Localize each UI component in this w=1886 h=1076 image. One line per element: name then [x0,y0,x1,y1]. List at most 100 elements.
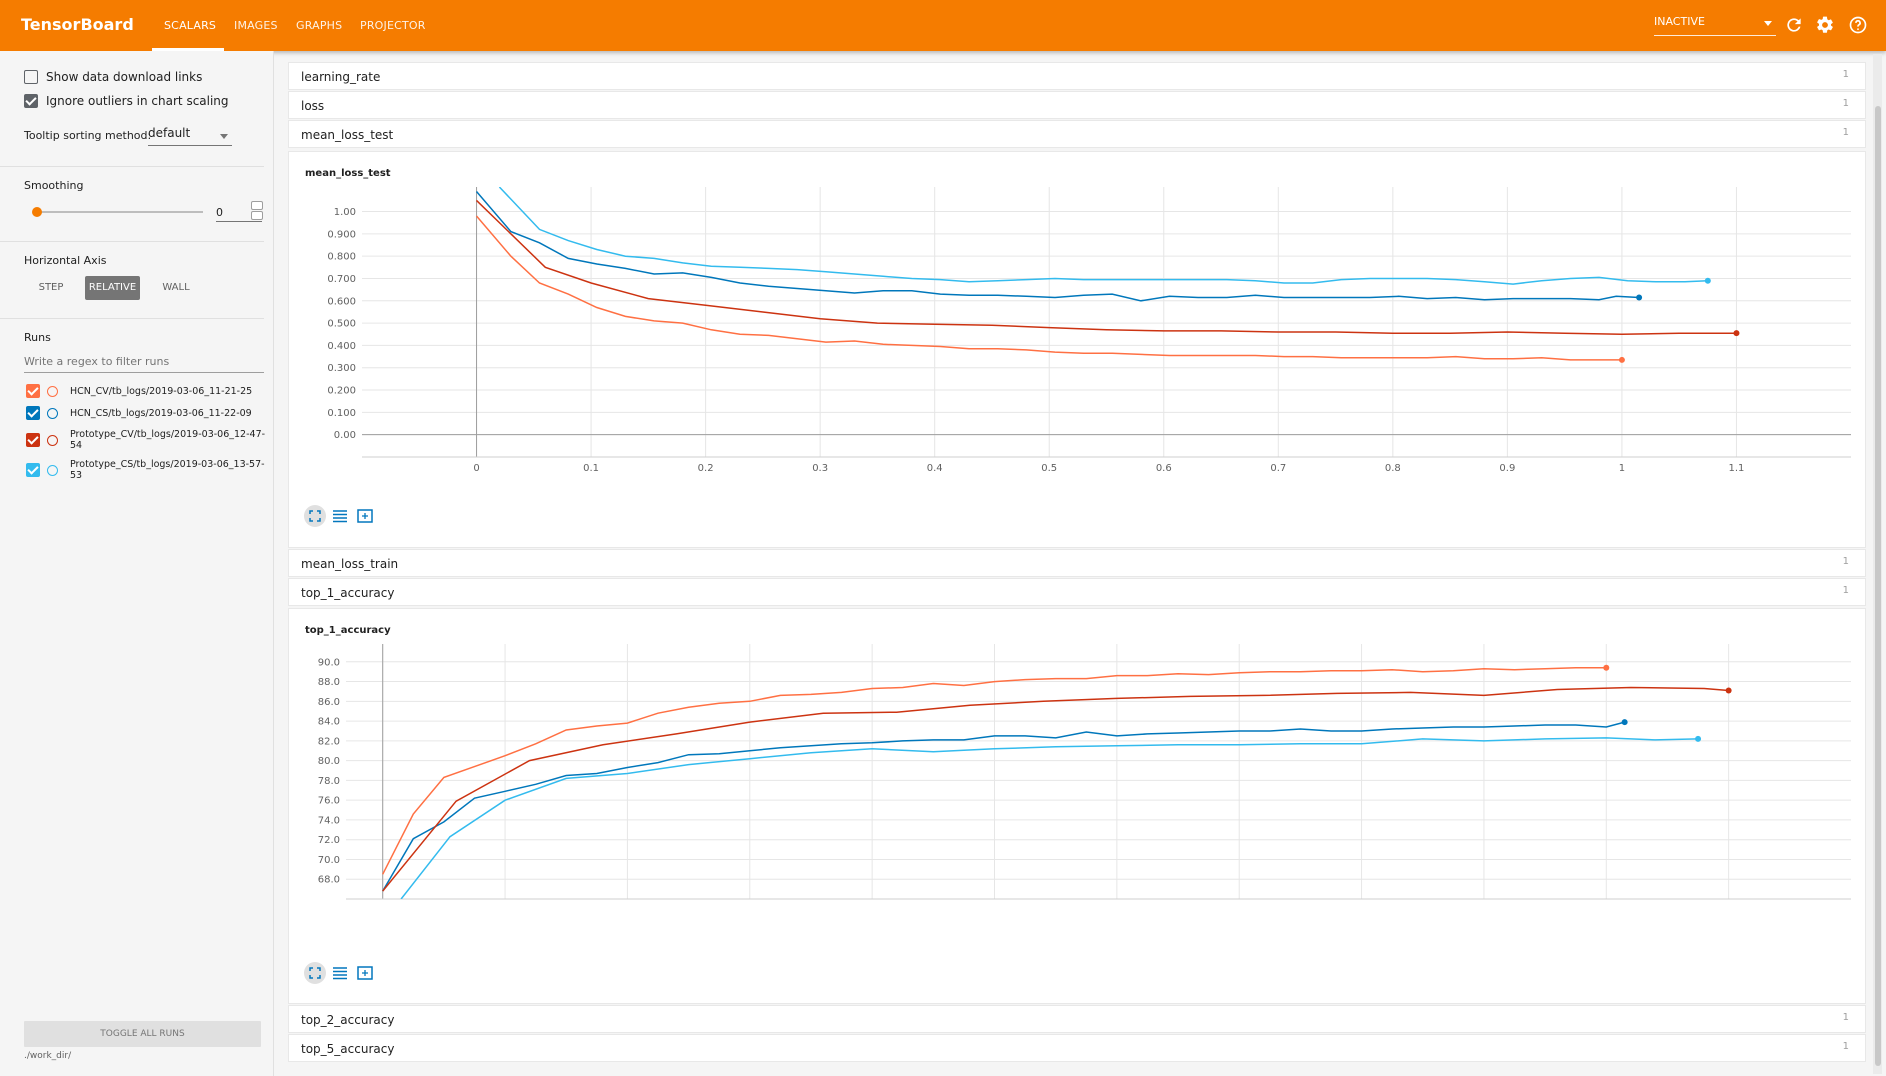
smoothing-slider-track[interactable] [37,211,203,213]
category-count: 1 [1842,98,1849,109]
y-tick-label: 80.0 [318,756,340,767]
category-count: 1 [1842,556,1849,567]
series-line-2 [475,191,1640,302]
run-item[interactable]: Prototype_CS/tb_logs/2019-03-06_13-57- 53 [26,459,266,481]
category-count: 1 [1842,127,1849,138]
help-icon[interactable] [1848,15,1868,35]
fullscreen-icon[interactable] [304,505,326,527]
tooltip-sorting-value: default [148,126,191,140]
category-loss[interactable]: loss 1 [288,91,1866,119]
x-tick-label: 0.3 [812,463,828,474]
x-tick-label: 0.5 [1041,463,1057,474]
tooltip-sorting-select[interactable]: default [148,126,232,146]
checkbox-box[interactable] [24,94,38,108]
horizontal-axis-label: Horizontal Axis [24,254,107,267]
y-tick-label: 86.0 [318,697,340,708]
run-label-line1: Prototype_CS/tb_logs/2019-03-06_13-57- [70,459,265,470]
smoothing-slider-knob[interactable] [32,207,42,217]
category-name: top_5_accuracy [301,1042,395,1056]
chart-svg[interactable]: 0.00 0.100 0.200 0.300 0.400 0.500 0.600 0.700 0… [289,152,1867,549]
run-label: Prototype_CV/tb_logs/2019-03-06_12-47- 54 [70,429,265,451]
y-tick-label: 88.0 [318,677,340,688]
x-tick-label: 1.1 [1729,463,1745,474]
tab-projector[interactable]: PROJECTOR [360,19,426,32]
category-mean-loss-test[interactable]: mean_loss_test 1 [288,120,1866,148]
run-color-radio-icon[interactable] [47,464,58,476]
ignore-outliers-checkbox[interactable]: Ignore outliers in chart scaling [24,92,229,110]
toggle-log-scale-icon[interactable] [329,505,351,527]
run-color-radio-icon[interactable] [47,434,58,446]
category-count: 1 [1842,1041,1849,1052]
tab-images[interactable]: IMAGES [234,19,278,32]
show-download-links-label: Show data download links [46,70,203,84]
category-name: learning_rate [301,70,381,84]
spin-up-icon[interactable] [251,201,263,210]
fit-domain-icon[interactable] [354,505,376,527]
y-tick-label: 90.0 [318,657,340,668]
tab-graphs[interactable]: GRAPHS [296,19,342,32]
category-count: 1 [1842,1012,1849,1023]
chart-svg[interactable]: 68.0 70.0 72.0 74.0 76.0 78.0 80.0 82.0 84.0 86.0… [289,609,1867,1005]
series-endpoint-1 [1618,356,1625,363]
y-tick-label: 78.0 [318,776,340,787]
y-tick-label: 68.0 [318,875,340,886]
dropdown-caret-icon [220,134,228,139]
run-checkbox[interactable] [26,463,40,477]
series-endpoint-1 [1603,664,1610,671]
run-label: HCN_CV/tb_logs/2019-03-06_11-21-25 [70,385,253,397]
fullscreen-icon[interactable] [304,962,326,984]
category-top-1-accuracy[interactable]: top_1_accuracy 1 [288,578,1866,606]
app-header: TensorBoard SCALARS IMAGES GRAPHS PROJEC… [0,0,1886,51]
fit-domain-icon[interactable] [354,962,376,984]
run-checkbox[interactable] [26,406,40,420]
category-mean-loss-train[interactable]: mean_loss_train 1 [288,549,1866,577]
x-tick-label: 0.4 [927,463,943,474]
toggle-all-runs-button[interactable]: TOGGLE ALL RUNS [24,1021,261,1047]
settings-gear-icon[interactable] [1815,15,1835,35]
category-learning-rate[interactable]: learning_rate 1 [288,62,1866,90]
ignore-outliers-label: Ignore outliers in chart scaling [46,94,229,108]
run-item[interactable]: HCN_CV/tb_logs/2019-03-06_11-21-25 [26,384,266,398]
y-tick-label: 0.300 [327,363,356,374]
run-color-radio-icon[interactable] [47,385,58,397]
x-tick-label: 0.1 [583,463,599,474]
y-tick-label: 82.0 [318,736,340,747]
run-label: Prototype_CS/tb_logs/2019-03-06_13-57- 53 [70,459,265,481]
spin-down-icon[interactable] [251,211,263,220]
chart-card-mean-loss-test: mean_loss_test 0.00 0.100 0.200 0.300 0.400 0… [288,151,1866,548]
inactive-dashboard-select[interactable]: INACTIVE [1654,15,1776,36]
axis-wall-button[interactable]: WALL [155,276,197,300]
x-tick-label: 1 [1619,463,1625,474]
runs-filter-input[interactable]: Write a regex to filter runs [24,355,264,373]
category-top-5-accuracy[interactable]: top_5_accuracy 1 [288,1034,1866,1062]
series-line-4 [400,737,1699,899]
refresh-icon[interactable] [1784,15,1804,35]
series-endpoint-4 [1704,277,1711,284]
tab-scalars[interactable]: SCALARS [164,19,216,32]
scrollbar-thumb[interactable] [1875,106,1881,1066]
category-name: mean_loss_test [301,128,394,142]
run-item[interactable]: Prototype_CV/tb_logs/2019-03-06_12-47- 54 [26,429,266,451]
checkbox-box[interactable] [24,70,38,84]
category-top-2-accuracy[interactable]: top_2_accuracy 1 [288,1005,1866,1033]
category-name: mean_loss_train [301,557,399,571]
x-tick-label: 0.2 [698,463,714,474]
run-checkbox[interactable] [26,384,40,398]
axis-step-button[interactable]: STEP [32,276,70,300]
series-endpoint-2 [1621,719,1628,726]
logdir-label: ./work_dir/ [24,1051,72,1061]
run-checkbox[interactable] [26,433,40,447]
series-endpoint-2 [1636,294,1643,301]
axis-relative-button[interactable]: RELATIVE [85,276,140,300]
run-label-line1: Prototype_CV/tb_logs/2019-03-06_12-47- [70,429,266,440]
y-tick-label: 76.0 [318,796,340,807]
run-color-radio-icon[interactable] [47,407,58,419]
runs-label: Runs [24,331,51,344]
show-download-links-checkbox[interactable]: Show data download links [24,68,202,86]
run-item[interactable]: HCN_CS/tb_logs/2019-03-06_11-22-09 [26,406,266,420]
toggle-log-scale-icon[interactable] [329,962,351,984]
x-tick-label: 0 [473,463,479,474]
run-label: HCN_CS/tb_logs/2019-03-06_11-22-09 [70,407,252,419]
y-tick-label: 70.0 [318,855,340,866]
y-tick-label: 84.0 [318,717,340,728]
